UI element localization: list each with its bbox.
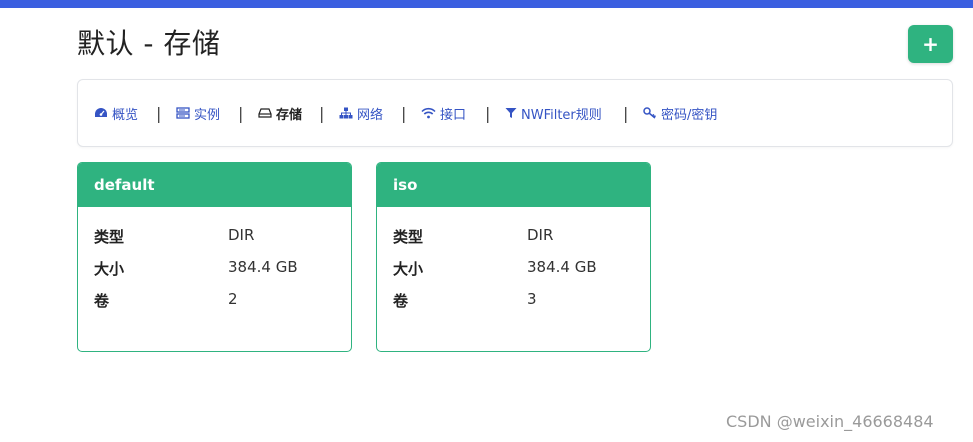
nav-label: 实例 [194, 107, 221, 123]
row-key: 卷 [393, 292, 409, 310]
row-value: 2 [228, 290, 238, 308]
nav-separator: | [485, 103, 491, 123]
hdd-icon [258, 108, 272, 118]
row-key: 类型 [94, 228, 125, 246]
row-value: DIR [527, 226, 554, 244]
nav-separator: | [156, 103, 162, 123]
top-accent-bar [0, 0, 973, 8]
sitemap-icon [339, 107, 353, 119]
pool-row-volumes: 卷 3 [393, 290, 537, 311]
nav-item-networks[interactable]: 网络 [339, 80, 383, 146]
pool-row-size: 大小 384.4 GB [393, 258, 597, 279]
storage-pool-card: default 类型 DIR 大小 384.4 GB 卷 2 [77, 162, 352, 352]
nav-label: 密码/密钥 [661, 107, 718, 123]
row-value: DIR [228, 226, 255, 244]
wifi-icon [421, 107, 436, 119]
filter-icon [505, 108, 517, 118]
row-value: 3 [527, 290, 537, 308]
nav-label: 网络 [357, 107, 384, 123]
storage-nav: 概览 | 实例 | 存储 | 网络 | 接口 | NWFilter规则 | 密码… [77, 79, 953, 147]
watermark-text: CSDN @weixin_46668484 [726, 412, 934, 431]
storage-pool-name[interactable]: iso [377, 163, 650, 207]
nav-separator: | [319, 103, 325, 123]
pool-row-type: 类型 DIR [94, 226, 254, 247]
page-title: 默认 - 存储 [77, 27, 221, 60]
nav-separator: | [238, 103, 244, 123]
nav-separator: | [623, 103, 629, 123]
server-icon [176, 107, 190, 119]
plus-icon: + [922, 32, 939, 56]
key-icon [643, 107, 656, 119]
add-storage-button[interactable]: + [908, 25, 953, 63]
row-value: 384.4 GB [228, 258, 298, 276]
dashboard-icon [95, 108, 107, 117]
nav-label: 存储 [276, 107, 303, 123]
storage-pool-name[interactable]: default [78, 163, 351, 207]
row-key: 大小 [393, 260, 424, 278]
pool-row-volumes: 卷 2 [94, 290, 238, 311]
nav-item-instances[interactable]: 实例 [176, 80, 220, 146]
nav-separator: | [401, 103, 407, 123]
nav-label: 接口 [440, 107, 467, 123]
row-key: 卷 [94, 292, 110, 310]
row-key: 类型 [393, 228, 424, 246]
nav-item-secrets[interactable]: 密码/密钥 [643, 80, 717, 146]
pool-row-size: 大小 384.4 GB [94, 258, 298, 279]
row-value: 384.4 GB [527, 258, 597, 276]
nav-label: 概览 [112, 107, 139, 123]
nav-label: NWFilter规则 [521, 107, 602, 123]
nav-item-storage[interactable]: 存储 [258, 80, 302, 146]
nav-item-nwfilter[interactable]: NWFilter规则 [505, 80, 602, 146]
nav-item-interfaces[interactable]: 接口 [421, 80, 466, 146]
storage-pool-card: iso 类型 DIR 大小 384.4 GB 卷 3 [376, 162, 651, 352]
pool-row-type: 类型 DIR [393, 226, 553, 247]
nav-item-overview[interactable]: 概览 [94, 80, 138, 146]
row-key: 大小 [94, 260, 125, 278]
